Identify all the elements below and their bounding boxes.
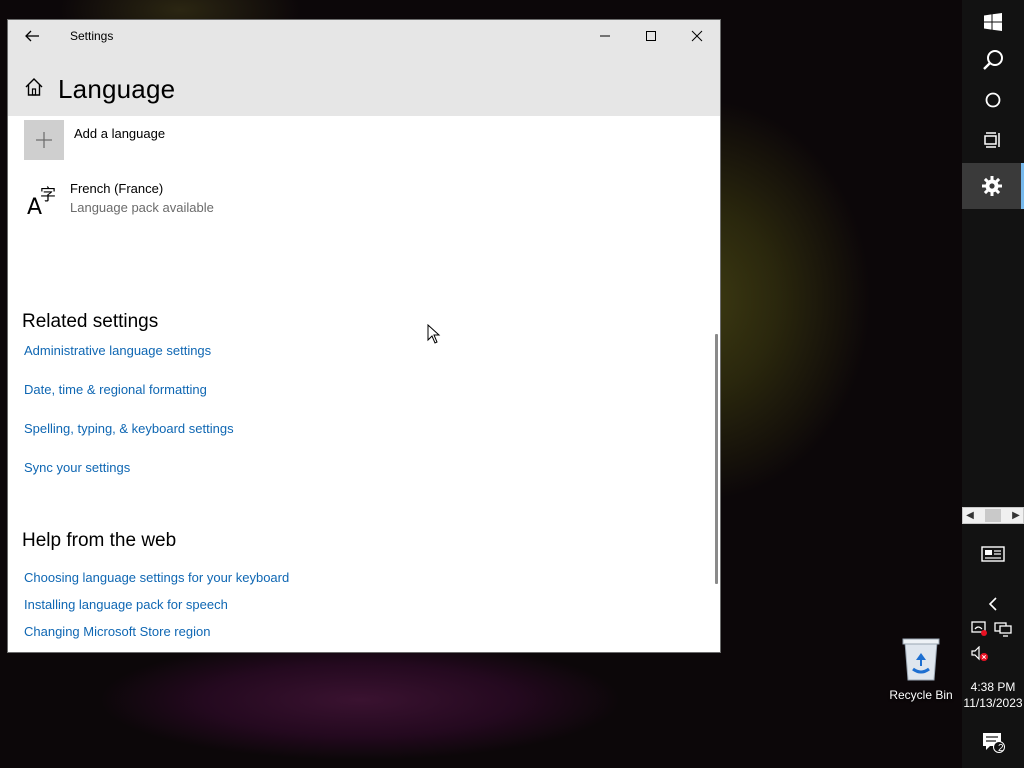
cortana-icon <box>985 92 1001 108</box>
link-choosing-language-keyboard[interactable]: Choosing language settings for your keyb… <box>24 570 289 585</box>
link-administrative-language-settings[interactable]: Administrative language settings <box>24 343 211 358</box>
language-name: French (France) <box>70 181 164 196</box>
close-button[interactable] <box>674 20 720 52</box>
windows-start-icon <box>984 13 1002 31</box>
home-icon <box>25 78 43 96</box>
scroll-thumb[interactable] <box>985 509 1001 522</box>
display-icon <box>994 622 1012 637</box>
settings-gear-icon <box>981 176 1002 196</box>
cursor-arrow-icon <box>427 323 441 344</box>
back-button[interactable] <box>22 26 42 46</box>
back-arrow-icon <box>25 30 39 42</box>
content-scrollbar[interactable] <box>715 334 718 584</box>
taskbar: 2 <box>962 0 1024 768</box>
minimize-button[interactable] <box>582 20 628 52</box>
close-icon <box>691 30 703 42</box>
news-button[interactable] <box>962 532 1024 576</box>
link-installing-language-pack-speech[interactable]: Installing language pack for speech <box>24 597 228 612</box>
display-tray-button[interactable] <box>994 621 1012 642</box>
help-from-web-heading: Help from the web <box>22 530 177 551</box>
network-icon <box>971 621 987 636</box>
mouse-cursor <box>427 323 441 349</box>
add-language-label: Add a language <box>74 126 166 141</box>
settings-content: Add a language A 字 French (France) Langu… <box>8 116 720 652</box>
volume-muted-icon <box>971 645 988 661</box>
maximize-icon <box>646 31 656 41</box>
taskbar-clock[interactable]: 4:38 PM 11/13/2023 <box>962 679 1024 711</box>
plus-icon <box>36 132 52 148</box>
language-icon: A 字 <box>27 185 56 218</box>
recycle-bin-icon <box>902 638 940 681</box>
recycle-bin[interactable]: Recycle Bin <box>886 636 956 702</box>
related-settings-heading: Related settings <box>22 311 159 332</box>
action-center-button[interactable]: 2 <box>962 719 1024 765</box>
svg-text:字: 字 <box>40 185 56 204</box>
link-sync-your-settings[interactable]: Sync your settings <box>24 460 130 475</box>
window-title: Settings <box>70 29 114 43</box>
network-tray-button[interactable] <box>971 621 989 642</box>
search-icon <box>983 50 1003 70</box>
link-date-time-regional-formatting[interactable]: Date, time & regional formatting <box>24 382 207 397</box>
chevron-left-icon <box>988 597 997 611</box>
add-language-tile[interactable] <box>24 120 64 160</box>
show-hidden-icons-button[interactable] <box>962 584 1024 624</box>
search-button[interactable] <box>962 38 1024 82</box>
task-view-button[interactable] <box>962 118 1024 162</box>
scroll-left-icon[interactable]: ◀ <box>963 509 977 522</box>
add-language-button[interactable]: Add a language <box>24 120 165 160</box>
link-changing-microsoft-store-region[interactable]: Changing Microsoft Store region <box>24 624 210 639</box>
maximize-button[interactable] <box>628 20 674 52</box>
page-header: Language <box>24 74 175 105</box>
clock-date: 11/13/2023 <box>963 696 1023 710</box>
home-button[interactable] <box>24 77 44 102</box>
minimize-icon <box>600 35 610 37</box>
title-bar: Settings Language <box>8 20 720 116</box>
clock-time: 4:38 PM <box>970 680 1016 694</box>
language-status: Language pack available <box>70 200 214 215</box>
task-view-icon <box>984 132 1000 148</box>
taskbar-settings-app[interactable] <box>962 163 1024 209</box>
language-item-french[interactable]: A 字 French (France) Language pack availa… <box>26 181 214 218</box>
link-spelling-typing-keyboard-settings[interactable]: Spelling, typing, & keyboard settings <box>24 421 234 436</box>
page-title: Language <box>58 74 176 104</box>
taskbar-scrollbar[interactable]: ◀ ▶ <box>962 507 1024 524</box>
volume-tray-button[interactable] <box>971 645 989 667</box>
notification-count-badge: 2 <box>998 743 1004 754</box>
cortana-button[interactable] <box>962 78 1024 122</box>
scroll-right-icon[interactable]: ▶ <box>1009 509 1023 522</box>
news-icon <box>981 546 1005 562</box>
settings-window: Settings Language Add a language A 字 Fre… <box>8 20 720 652</box>
recycle-bin-label: Recycle Bin <box>889 688 953 702</box>
